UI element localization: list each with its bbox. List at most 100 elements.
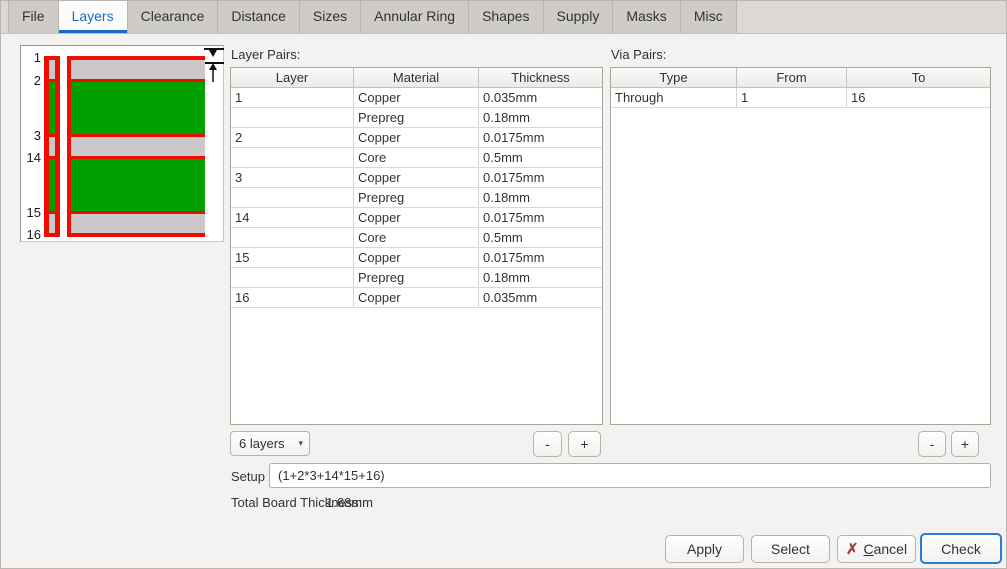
tab-file[interactable]: File (8, 1, 59, 33)
table-cell[interactable]: 15 (231, 248, 354, 267)
column-header: Type (611, 68, 737, 87)
apply-button[interactable]: Apply (665, 535, 744, 563)
setup-input[interactable] (269, 463, 991, 488)
table-header: LayerMaterialThickness (231, 68, 602, 88)
table-cell[interactable] (231, 148, 354, 167)
table-cell[interactable]: 0.5mm (479, 148, 602, 167)
stackup-layer-number: 3 (21, 129, 41, 143)
table-cell[interactable]: 16 (847, 88, 990, 107)
table-cell[interactable]: Through (611, 88, 737, 107)
column-header: Thickness (479, 68, 602, 87)
tab-annular-ring[interactable]: Annular Ring (361, 1, 469, 33)
table-cell[interactable]: Prepreg (354, 188, 479, 207)
table-cell[interactable]: Copper (354, 168, 479, 187)
copper-layer (67, 233, 205, 237)
dielectric-layer (49, 82, 55, 134)
column-header: Layer (231, 68, 354, 87)
table-cell[interactable]: 0.035mm (479, 88, 602, 107)
table-cell[interactable]: 1 (231, 88, 354, 107)
table-row[interactable]: 16Copper0.035mm (231, 288, 602, 308)
tab-distance[interactable]: Distance (218, 1, 299, 33)
via-pairs-title: Via Pairs: (611, 47, 666, 62)
table-cell[interactable]: 0.5mm (479, 228, 602, 247)
table-cell[interactable]: Prepreg (354, 108, 479, 127)
table-cell[interactable]: 3 (231, 168, 354, 187)
copper-layer (44, 233, 60, 237)
dielectric-layer (49, 159, 55, 211)
table-cell[interactable]: 16 (231, 288, 354, 307)
table-row[interactable]: 14Copper0.0175mm (231, 208, 602, 228)
table-cell[interactable]: Prepreg (354, 268, 479, 287)
table-cell[interactable]: Copper (354, 88, 479, 107)
table-row[interactable]: Through116 (611, 88, 990, 108)
stackup-layer-number: 15 (21, 206, 41, 220)
table-cell[interactable]: 0.0175mm (479, 128, 602, 147)
table-cell[interactable] (231, 188, 354, 207)
table-cell[interactable]: Core (354, 228, 479, 247)
table-cell[interactable]: 0.18mm (479, 188, 602, 207)
tab-clearance[interactable]: Clearance (128, 1, 219, 33)
table-row[interactable]: Core0.5mm (231, 228, 602, 248)
layer-pairs-title: Layer Pairs: (231, 47, 300, 62)
table-cell[interactable]: Copper (354, 248, 479, 267)
select-button[interactable]: Select (751, 535, 830, 563)
table-row[interactable]: Prepreg0.18mm (231, 268, 602, 288)
via-pairs-remove-button[interactable]: - (918, 431, 946, 457)
dielectric-layer (71, 82, 205, 134)
layer-pairs-remove-button[interactable]: - (533, 431, 562, 457)
dielectric-layer (71, 214, 205, 233)
dielectric-layer (71, 159, 205, 211)
layer-count-value: 6 layers (239, 436, 298, 451)
table-cell[interactable]: 2 (231, 128, 354, 147)
stackup-layer-number: 16 (21, 228, 41, 242)
tab-misc[interactable]: Misc (681, 1, 737, 33)
table-cell[interactable]: Copper (354, 128, 479, 147)
table-row[interactable]: 1Copper0.035mm (231, 88, 602, 108)
table-cell[interactable] (231, 268, 354, 287)
dielectric-layer (49, 60, 55, 79)
table-row[interactable]: 15Copper0.0175mm (231, 248, 602, 268)
table-row[interactable]: 3Copper0.0175mm (231, 168, 602, 188)
layer-count-select[interactable]: 6 layers ▾ (230, 431, 310, 456)
table-cell[interactable]: 0.035mm (479, 288, 602, 307)
tab-supply[interactable]: Supply (544, 1, 614, 33)
table-cell[interactable]: 0.18mm (479, 268, 602, 287)
layer-pairs-table: LayerMaterialThickness1Copper0.035mmPrep… (230, 67, 603, 425)
table-cell[interactable]: 0.0175mm (479, 168, 602, 187)
via-pairs-add-button[interactable]: + (951, 431, 979, 457)
table-cell[interactable]: Copper (354, 208, 479, 227)
table-header: TypeFromTo (611, 68, 990, 88)
table-cell[interactable]: 0.0175mm (479, 208, 602, 227)
table-row[interactable]: 2Copper0.0175mm (231, 128, 602, 148)
via-wall (55, 56, 60, 237)
stackup-layer-number: 1 (21, 51, 41, 65)
check-button[interactable]: Check (920, 533, 1002, 564)
table-row[interactable]: Prepreg0.18mm (231, 188, 602, 208)
column-header: To (847, 68, 990, 87)
layer-pairs-add-button[interactable]: + (568, 431, 601, 457)
table-cell[interactable]: Core (354, 148, 479, 167)
tab-masks[interactable]: Masks (613, 1, 680, 33)
dielectric-layer (49, 137, 55, 156)
via-pairs-table: TypeFromToThrough116 (610, 67, 991, 425)
table-cell[interactable]: 0.18mm (479, 108, 602, 127)
layer-setup-window: FileLayersClearanceDistanceSizesAnnular … (0, 0, 1007, 569)
table-row[interactable]: Core0.5mm (231, 148, 602, 168)
dielectric-layer (71, 60, 205, 79)
table-cell[interactable] (231, 228, 354, 247)
dielectric-layer (49, 214, 55, 233)
table-cell[interactable]: 0.0175mm (479, 248, 602, 267)
setup-label: Setup (231, 469, 265, 484)
total-thickness-value: 1.68mm (326, 495, 373, 510)
cancel-button[interactable]: ✗ Cancel (837, 535, 916, 563)
table-cell[interactable]: Copper (354, 288, 479, 307)
table-cell[interactable] (231, 108, 354, 127)
dielectric-layer (71, 137, 205, 156)
table-cell[interactable]: 1 (737, 88, 847, 107)
tab-sizes[interactable]: Sizes (300, 1, 361, 33)
table-cell[interactable]: 14 (231, 208, 354, 227)
tab-layers[interactable]: Layers (59, 1, 128, 33)
cancel-x-icon: ✗ (846, 542, 859, 557)
tab-shapes[interactable]: Shapes (469, 1, 543, 33)
table-row[interactable]: Prepreg0.18mm (231, 108, 602, 128)
